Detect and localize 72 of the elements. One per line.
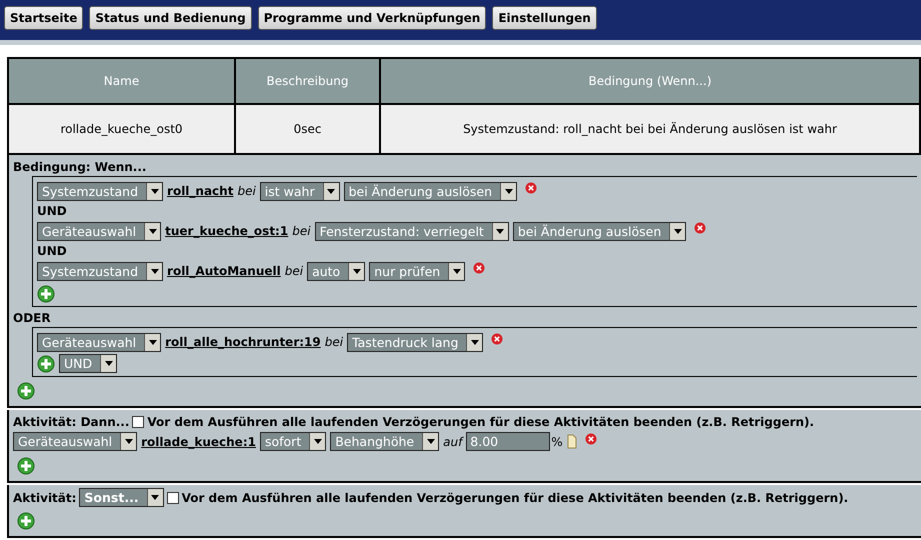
dropdown[interactable]: Systemzustand [37,262,164,280]
caret-icon [104,361,113,366]
section-title: Aktivität: Dann... [13,414,130,431]
add-icon[interactable] [17,512,35,530]
checkbox[interactable] [132,416,144,428]
remove-icon[interactable] [525,182,538,194]
device-link[interactable]: tuer_kueche_ost:1 [165,222,288,240]
add-icon[interactable] [17,382,35,400]
connector-word: auf [443,434,462,451]
dropdown[interactable]: nur prüfen [369,262,466,280]
nav-button[interactable]: Einstellungen [492,6,597,30]
remove-icon[interactable] [694,222,706,234]
connector-word: bei [324,334,344,351]
connector-word: bei [284,263,304,280]
device-link[interactable]: rollade_kueche:1 [141,432,256,451]
remove-icon[interactable] [473,262,486,274]
document-icon[interactable] [566,434,577,450]
dropdown[interactable]: Fensterzustand: verriegelt [314,222,509,240]
caret-icon [504,188,513,194]
dropdown[interactable]: Geräteauswahl [13,432,138,452]
dropdown[interactable]: ist wahr [260,182,340,200]
dropdown[interactable]: Systemzustand [37,182,164,200]
nav-button[interactable]: Status und Bedienung [89,6,252,30]
and-label: UND [37,243,68,260]
device-link[interactable]: roll_alle_hochrunter:19 [165,333,321,351]
caret-icon [426,439,435,444]
or-label: ODER [13,310,52,327]
caret-icon [327,188,336,194]
column-header: Bedingung (Wenn...) [380,58,920,104]
dropdown[interactable]: bei Änderung auslösen [512,222,686,240]
remove-icon[interactable] [584,432,597,445]
caret-icon [496,228,504,234]
remove-icon[interactable] [491,333,504,345]
add-icon[interactable] [37,285,55,303]
caret-icon [352,268,361,274]
caret-icon [124,439,133,444]
caret-icon [470,340,479,344]
value-field[interactable]: 8.00 [466,432,550,452]
column-header: Beschreibung [235,58,380,104]
nav-button[interactable]: Programme und Verknüpfungen [258,6,486,30]
checkbox-label: Vor dem Ausführen alle laufenden Verzögerungen für diese Aktivitäten beenden (z.B. Retriggern). [182,490,848,507]
dropdown[interactable]: Geräteauswahl [37,332,162,352]
dropdown[interactable]: UND [59,354,118,373]
checkbox-label: Vor dem Ausführen alle laufenden Verzögerungen für diese Aktivitäten beenden (z.B. Retriggern). [147,414,814,431]
section-title: Bedingung: Wenn... [13,159,148,176]
caret-icon [148,340,157,344]
dropdown[interactable]: Behanghöhe [330,432,440,452]
caret-icon [452,268,461,274]
connector-word: bei [237,183,256,200]
device-link[interactable]: roll_AutoManuell [167,262,281,280]
and-label: UND [37,203,68,220]
device-link[interactable]: roll_nacht [167,182,234,200]
dropdown[interactable]: sofort [260,432,326,452]
dropdown[interactable]: bei Änderung auslösen [344,182,518,200]
dropdown[interactable]: Tastendruck lang [347,332,484,352]
dropdown[interactable]: Sonst... [79,488,164,508]
nav-button[interactable]: Startseite [4,6,84,30]
connector-word: bei [292,223,311,240]
dropdown[interactable]: auto [307,262,366,280]
caret-icon [150,268,159,274]
caret-icon [148,228,157,234]
checkbox[interactable] [166,492,179,504]
caret-icon [151,495,160,500]
add-icon[interactable] [17,457,35,476]
caret-icon [674,228,682,234]
unit-label: % [551,434,563,451]
caret-icon [314,439,322,444]
column-header: Name [8,58,235,104]
section-title: Aktivität: [13,490,76,507]
caret-icon [150,188,159,194]
dropdown[interactable]: Geräteauswahl [37,222,162,240]
add-icon[interactable] [37,355,55,373]
